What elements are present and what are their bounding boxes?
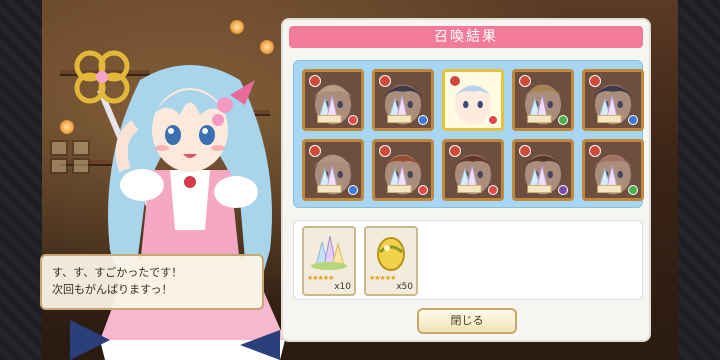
summon-result-card[interactable]	[582, 69, 644, 131]
summon-result-card[interactable]	[512, 69, 574, 131]
summon-result-card[interactable]	[302, 139, 364, 201]
item-rarity-stars: ★★★★★	[307, 274, 334, 282]
summon-result-card[interactable]	[512, 139, 574, 201]
summon-result-card[interactable]	[442, 139, 504, 201]
item-quantity: x50	[396, 282, 413, 292]
item-quantity: x10	[334, 282, 351, 292]
element-wind-icon	[628, 185, 638, 195]
crystal-cluster-icon	[311, 235, 347, 270]
summon-result-card[interactable]	[582, 139, 644, 201]
summon-result-card[interactable]	[372, 69, 434, 131]
summon-results-panel: 召喚結果 ★★★★★ x10 ★★★★★ x50 閉じる	[281, 18, 651, 342]
card-rank-gem	[589, 145, 601, 157]
card-rank-gem	[309, 75, 321, 87]
left-frame-border	[0, 0, 42, 360]
bonus-items-box: ★★★★★ x10 ★★★★★ x50	[293, 220, 643, 300]
element-fire-icon	[488, 115, 498, 125]
card-rank-gem	[519, 75, 531, 87]
panel-title: 召喚結果	[289, 26, 643, 48]
dialogue-line: 次回もがんばりますっ！	[52, 283, 173, 296]
card-rank-gem	[589, 75, 601, 87]
element-dark-icon	[558, 185, 568, 195]
results-grid	[293, 60, 644, 208]
element-water-icon	[418, 115, 428, 125]
element-wind-icon	[558, 115, 568, 125]
summon-result-card[interactable]	[442, 69, 504, 131]
element-water-icon	[628, 115, 638, 125]
summon-result-card[interactable]	[302, 69, 364, 131]
dialogue-box: す、す、すごかったです！ 次回もがんばりますっ！	[40, 254, 264, 310]
item-card-crystal[interactable]: ★★★★★ x10	[302, 226, 356, 296]
dialogue-line: す、す、すごかったです！	[52, 266, 183, 279]
item-card-egg[interactable]: ★★★★★ x50	[364, 226, 418, 296]
element-fire-icon	[488, 185, 498, 195]
close-button[interactable]: 閉じる	[417, 308, 517, 334]
element-water-icon	[348, 185, 358, 195]
card-rank-gem	[449, 75, 461, 87]
card-rank-gem	[379, 75, 391, 87]
card-rank-gem	[309, 145, 321, 157]
item-rarity-stars: ★★★★★	[369, 274, 396, 282]
card-rank-gem	[449, 145, 461, 157]
right-frame-border	[678, 0, 720, 360]
summon-result-card[interactable]	[372, 139, 434, 201]
element-fire-icon	[348, 115, 358, 125]
golden-egg-icon	[377, 237, 405, 271]
element-fire-icon	[418, 185, 428, 195]
card-rank-gem	[379, 145, 391, 157]
card-rank-gem	[519, 145, 531, 157]
